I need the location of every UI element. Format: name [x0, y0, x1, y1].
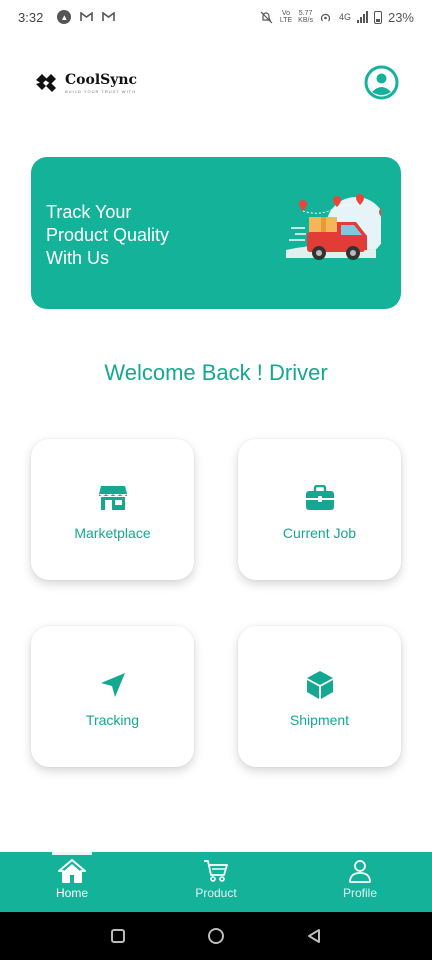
app-name: CoolSync: [65, 71, 138, 88]
cart-icon: [204, 860, 228, 882]
gmail-icon: [79, 10, 93, 24]
back-button[interactable]: [306, 928, 322, 944]
gmail-icon-2: [101, 10, 115, 24]
briefcase-icon: [305, 483, 335, 513]
navigation-arrow-icon: [98, 670, 128, 700]
card-label: Shipment: [289, 712, 350, 728]
nav-home[interactable]: Home: [0, 852, 144, 912]
nav-profile-label: Profile: [342, 886, 377, 900]
box-icon: [305, 670, 335, 700]
welcome-heading: Welcome Back ! Driver: [104, 360, 328, 385]
hotspot-icon: [319, 10, 333, 24]
banner-line: Track Your: [46, 202, 132, 222]
app-notification-icon: ▲: [57, 10, 72, 24]
banner-title: Track Your Product Quality With Us: [46, 201, 206, 270]
nav-home-label: Home: [55, 886, 88, 900]
battery-level: 23%: [387, 9, 414, 25]
home-system-button[interactable]: [207, 927, 225, 945]
signal-icon: [356, 11, 368, 23]
volte-icon: Vo LTE: [279, 10, 293, 24]
nav-product[interactable]: Product: [144, 852, 288, 912]
delivery-truck-illustration: [286, 194, 381, 260]
shipment-card[interactable]: Shipment: [238, 626, 401, 767]
card-label: Current Job: [282, 525, 357, 541]
tracking-card[interactable]: Tracking: [31, 626, 194, 767]
app-logo: CoolSync BUILD YOUR TRUST WITH: [33, 70, 137, 96]
store-icon: [98, 483, 128, 513]
profile-button[interactable]: [364, 65, 399, 100]
bottom-navigation: Home Product Profile: [0, 852, 432, 912]
nav-profile[interactable]: Profile: [288, 852, 432, 912]
recents-button[interactable]: [110, 928, 126, 944]
system-navigation-bar: [0, 912, 432, 960]
battery-icon: [373, 10, 382, 24]
mute-icon: [260, 10, 274, 24]
card-label: Marketplace: [74, 525, 151, 541]
banner-line: Product Quality: [46, 225, 170, 245]
marketplace-card[interactable]: Marketplace: [31, 439, 194, 580]
network-type: 4G: [338, 12, 351, 22]
net-speed: 5.77 KB/s: [298, 10, 313, 24]
promo-banner: Track Your Product Quality With Us: [31, 157, 401, 309]
current-job-card[interactable]: Current Job: [238, 439, 401, 580]
home-icon: [58, 859, 86, 883]
coolsync-logo-icon: [36, 74, 56, 92]
nav-product-label: Product: [195, 886, 237, 900]
person-icon: [349, 860, 371, 883]
status-time: 3:32: [18, 9, 44, 25]
app-tagline: BUILD YOUR TRUST WITH: [65, 88, 137, 94]
banner-line: With Us: [46, 248, 109, 268]
status-bar: 3:32 ▲ Vo LTE 5.77 KB/s 4G 23%: [0, 0, 432, 34]
card-label: Tracking: [85, 712, 140, 728]
